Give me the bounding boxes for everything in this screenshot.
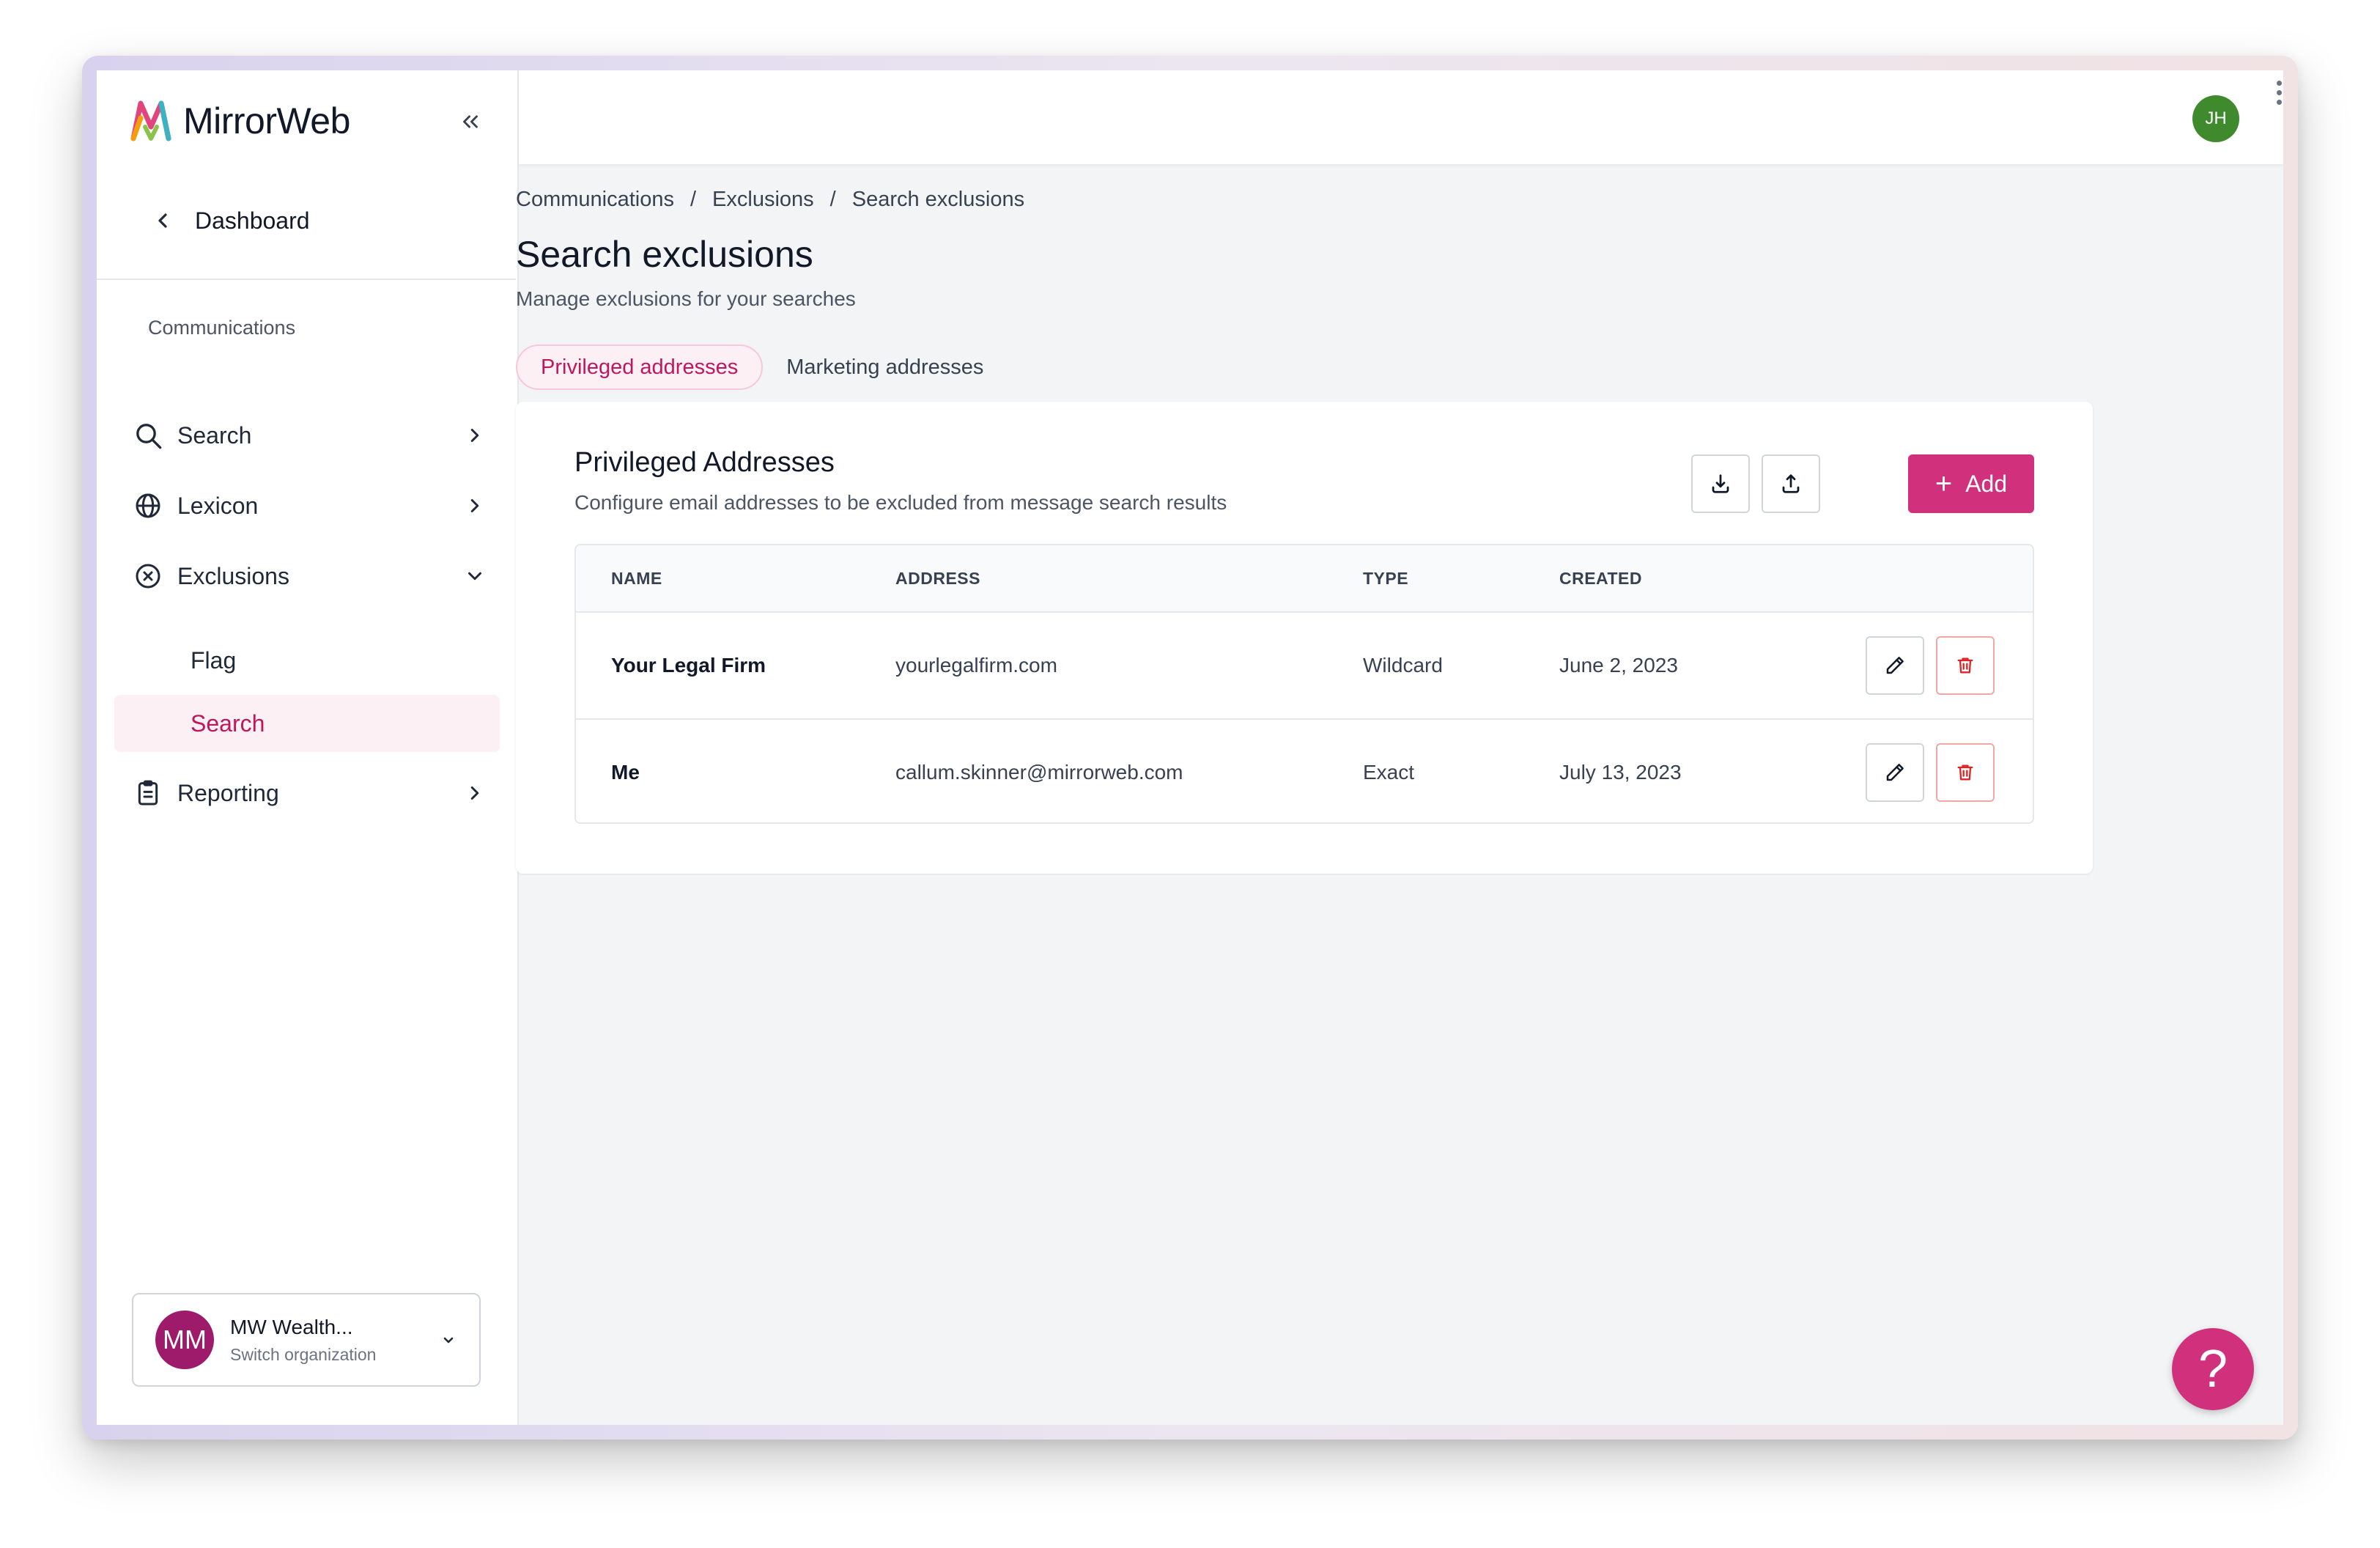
upload-button[interactable] bbox=[1762, 454, 1820, 513]
sidebar-divider bbox=[97, 279, 516, 280]
sidebar: MirrorWeb Dashboard Communications Searc… bbox=[97, 70, 519, 1425]
delete-button[interactable] bbox=[1936, 636, 1995, 695]
sidebar-item-label: Exclusions bbox=[177, 562, 289, 589]
org-name: MW Wealth... bbox=[230, 1315, 353, 1338]
privileged-addresses-table: NAME ADDRESS TYPE CREATED Your Legal Fir… bbox=[574, 544, 2034, 824]
mirrorweb-logo-icon bbox=[130, 100, 171, 141]
table-header: NAME ADDRESS TYPE CREATED bbox=[576, 545, 2033, 613]
sidebar-item-label: Lexicon bbox=[177, 492, 259, 519]
collapse-sidebar-button[interactable] bbox=[453, 104, 488, 139]
sidebar-subitem-search[interactable]: Search bbox=[114, 695, 500, 752]
org-avatar: MM bbox=[155, 1311, 214, 1369]
cell-name: Your Legal Firm bbox=[611, 654, 766, 677]
sidebar-subitem-flag[interactable]: Flag bbox=[114, 632, 500, 689]
dashboard-label: Dashboard bbox=[195, 207, 310, 234]
pencil-icon bbox=[1886, 764, 1904, 781]
top-bar: JH bbox=[519, 70, 2283, 164]
plus-icon: + bbox=[1934, 468, 1953, 500]
sidebar-section-label: Communications bbox=[148, 317, 296, 339]
privileged-addresses-card: Privileged Addresses Configure email add… bbox=[516, 402, 2093, 874]
sidebar-item-label: Search bbox=[177, 421, 252, 449]
tab-bar: Privileged addresses Marketing addresses bbox=[516, 344, 1007, 390]
delete-button[interactable] bbox=[1936, 743, 1995, 802]
chevron-right-icon bbox=[470, 499, 479, 512]
breadcrumb-current: Search exclusions bbox=[851, 188, 1025, 211]
sidebar-item-label: Reporting bbox=[177, 779, 279, 806]
org-text: MW Wealth... Switch organization bbox=[230, 1316, 440, 1365]
add-button[interactable]: + Add bbox=[1908, 454, 2034, 513]
sidebar-item-search[interactable]: Search bbox=[130, 409, 503, 462]
page-title: Search exclusions bbox=[516, 234, 813, 275]
card-title: Privileged Addresses bbox=[574, 447, 835, 478]
breadcrumb-separator: / bbox=[829, 188, 836, 211]
sidebar-subitem-label: Flag bbox=[191, 646, 237, 674]
cell-created: June 2, 2023 bbox=[1559, 654, 1678, 677]
tab-privileged-addresses[interactable]: Privileged addresses bbox=[516, 344, 764, 390]
edit-button[interactable] bbox=[1866, 743, 1924, 802]
upload-icon bbox=[1782, 474, 1800, 493]
cell-address: callum.skinner@mirrorweb.com bbox=[895, 761, 1183, 784]
chevron-right-icon bbox=[470, 786, 479, 800]
cell-address: yourlegalfirm.com bbox=[895, 654, 1057, 677]
breadcrumb-exclusions[interactable]: Exclusions bbox=[712, 188, 814, 212]
card-subtitle: Configure email addresses to be excluded… bbox=[574, 491, 1227, 514]
more-options-icon[interactable] bbox=[2274, 81, 2283, 105]
sidebar-item-exclusions[interactable]: Exclusions bbox=[130, 550, 503, 602]
pencil-icon bbox=[1886, 657, 1904, 674]
sidebar-item-lexicon[interactable]: Lexicon bbox=[130, 479, 503, 532]
chevron-right-icon bbox=[470, 429, 479, 442]
trash-icon bbox=[1957, 764, 1973, 781]
add-button-label: Add bbox=[1965, 470, 2008, 497]
column-header-type[interactable]: TYPE bbox=[1363, 545, 1408, 611]
chevron-down-icon bbox=[443, 1337, 454, 1344]
chevron-down-icon bbox=[468, 572, 481, 580]
download-button[interactable] bbox=[1691, 454, 1750, 513]
chevron-left-icon bbox=[158, 213, 167, 228]
edit-button[interactable] bbox=[1866, 636, 1924, 695]
clipboard-icon bbox=[138, 780, 158, 806]
chevrons-left-icon bbox=[463, 115, 478, 128]
table-row: Me callum.skinner@mirrorweb.com Exact Ju… bbox=[576, 720, 2033, 822]
search-icon bbox=[136, 424, 162, 449]
sidebar-item-reporting[interactable]: Reporting bbox=[130, 767, 503, 819]
download-icon bbox=[1712, 474, 1729, 493]
breadcrumb-communications[interactable]: Communications bbox=[516, 188, 674, 212]
column-header-name[interactable]: NAME bbox=[611, 545, 662, 611]
column-header-address[interactable]: ADDRESS bbox=[895, 545, 980, 611]
table-row: Your Legal Firm yourlegalfirm.com Wildca… bbox=[576, 613, 2033, 720]
trash-icon bbox=[1957, 657, 1973, 674]
breadcrumb: Communications / Exclusions / Search exc… bbox=[516, 188, 1024, 212]
brand[interactable]: MirrorWeb bbox=[130, 95, 350, 147]
page-subtitle: Manage exclusions for your searches bbox=[516, 287, 856, 310]
tab-marketing-addresses[interactable]: Marketing addresses bbox=[763, 344, 1007, 390]
cell-name: Me bbox=[611, 761, 640, 784]
cell-created: July 13, 2023 bbox=[1559, 761, 1682, 784]
cell-type: Wildcard bbox=[1363, 654, 1443, 677]
organization-switcher[interactable]: MM MW Wealth... Switch organization bbox=[132, 1293, 481, 1387]
globe-icon bbox=[136, 493, 160, 518]
org-switch-label: Switch organization bbox=[230, 1344, 377, 1364]
dashboard-back-link[interactable]: Dashboard bbox=[130, 195, 489, 246]
sidebar-subitem-label: Search bbox=[191, 710, 265, 737]
column-header-created[interactable]: CREATED bbox=[1559, 545, 1642, 611]
cell-type: Exact bbox=[1363, 761, 1415, 784]
brand-name: MirrorWeb bbox=[183, 100, 350, 141]
user-avatar[interactable]: JH bbox=[2192, 95, 2239, 142]
x-circle-icon bbox=[136, 564, 160, 589]
breadcrumb-separator: / bbox=[690, 188, 697, 211]
help-button[interactable]: ? bbox=[2172, 1328, 2254, 1410]
